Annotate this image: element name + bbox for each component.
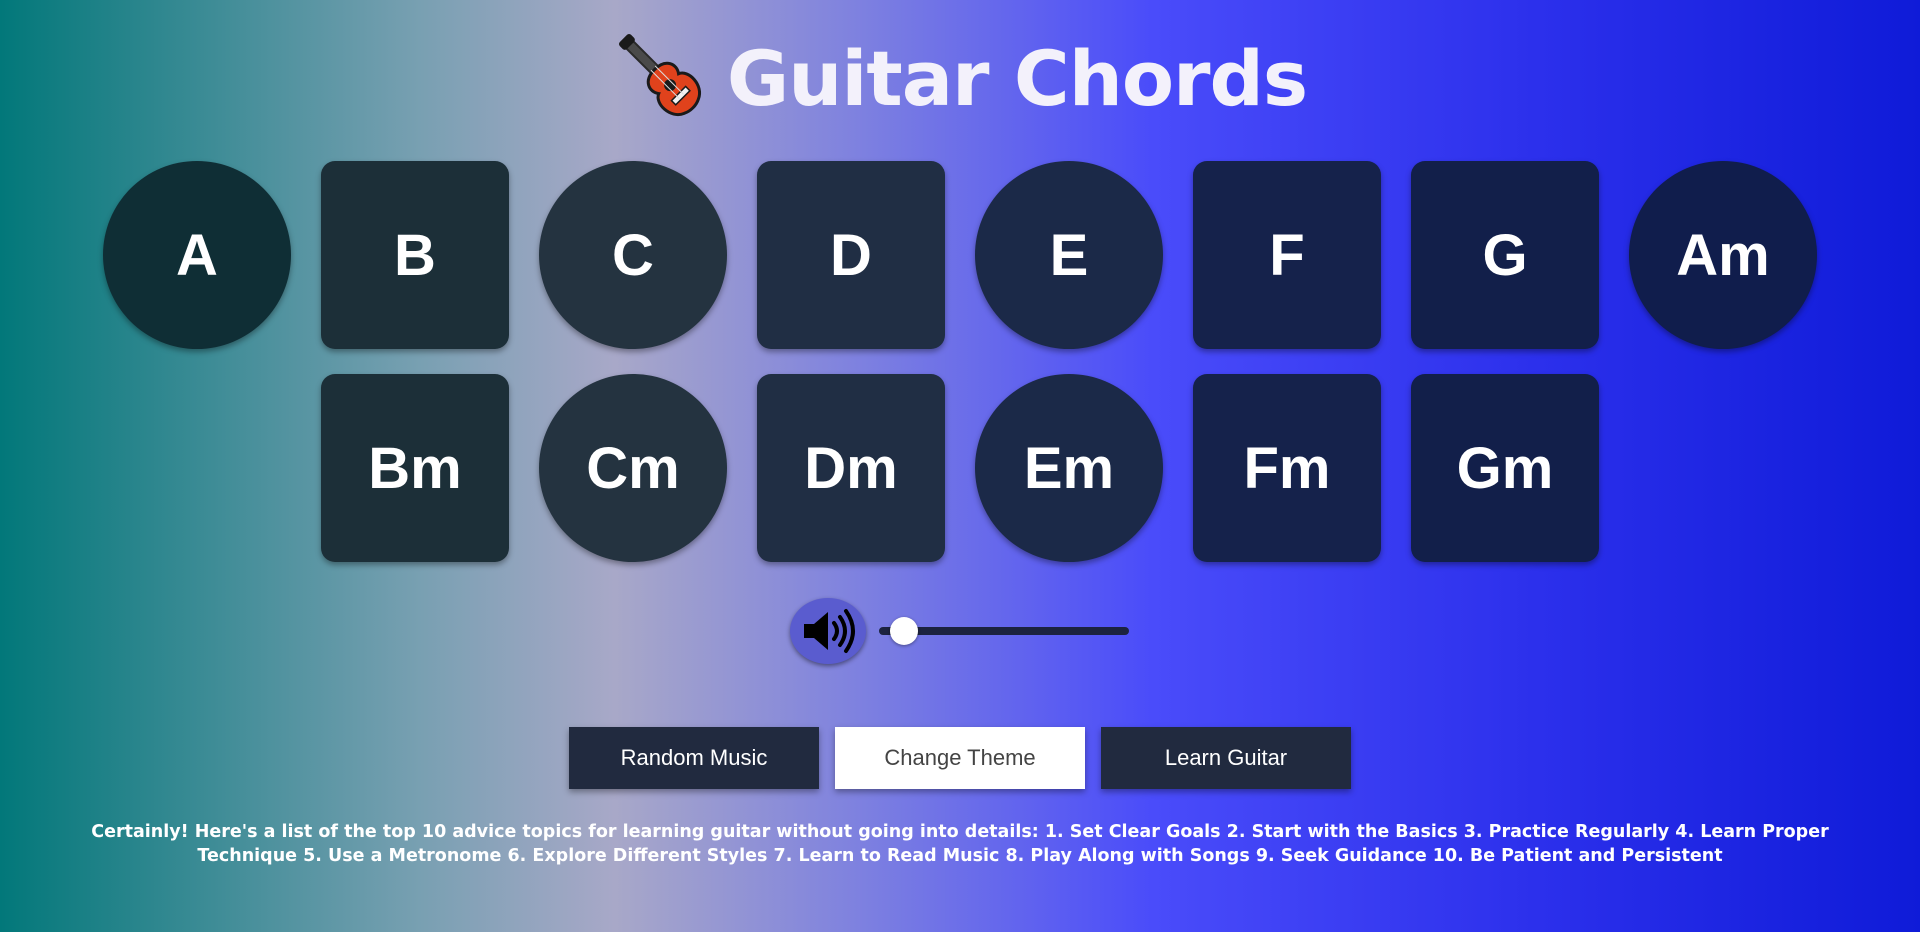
chord-button-dm[interactable]: Dm bbox=[757, 374, 945, 562]
chord-label: C bbox=[612, 222, 654, 288]
change-theme-button[interactable]: Change Theme bbox=[835, 727, 1085, 789]
chord-label: F bbox=[1269, 222, 1305, 288]
chord-button-fm[interactable]: Fm bbox=[1193, 374, 1381, 562]
chord-label: G bbox=[1482, 222, 1528, 288]
page-header: Guitar Chords bbox=[0, 28, 1920, 128]
chord-label: Bm bbox=[368, 435, 462, 501]
volume-slider-thumb[interactable] bbox=[890, 617, 918, 645]
chord-label: Cm bbox=[586, 435, 680, 501]
page-title: Guitar Chords bbox=[726, 33, 1308, 123]
chord-button-em[interactable]: Em bbox=[975, 374, 1163, 562]
chord-label: Gm bbox=[1456, 435, 1554, 501]
chord-button-d[interactable]: D bbox=[757, 161, 945, 349]
chord-label: Dm bbox=[804, 435, 898, 501]
chord-label: Am bbox=[1676, 222, 1770, 288]
advice-text: Certainly! Here's a list of the top 10 a… bbox=[91, 822, 1829, 866]
random-music-button[interactable]: Random Music bbox=[569, 727, 819, 789]
guitar-icon bbox=[618, 33, 701, 117]
learn-guitar-button[interactable]: Learn Guitar bbox=[1101, 727, 1351, 789]
chord-label: D bbox=[830, 222, 872, 288]
volume-button[interactable] bbox=[790, 598, 866, 664]
chord-button-gm[interactable]: Gm bbox=[1411, 374, 1599, 562]
chord-button-g[interactable]: G bbox=[1411, 161, 1599, 349]
chord-label: Fm bbox=[1243, 435, 1331, 501]
chord-label: E bbox=[1049, 222, 1089, 288]
speaker-volume-icon bbox=[804, 609, 855, 653]
chord-label: B bbox=[394, 222, 436, 288]
chord-label: Em bbox=[1023, 435, 1115, 501]
chord-button-f[interactable]: F bbox=[1193, 161, 1381, 349]
chord-button-e[interactable]: E bbox=[975, 161, 1163, 349]
chord-button-am[interactable]: Am bbox=[1629, 161, 1817, 349]
chord-button-a[interactable]: A bbox=[103, 161, 291, 349]
chord-button-bm[interactable]: Bm bbox=[321, 374, 509, 562]
chord-button-c[interactable]: C bbox=[539, 161, 727, 349]
chord-button-b[interactable]: B bbox=[321, 161, 509, 349]
chord-button-cm[interactable]: Cm bbox=[539, 374, 727, 562]
chord-label: A bbox=[176, 222, 218, 288]
